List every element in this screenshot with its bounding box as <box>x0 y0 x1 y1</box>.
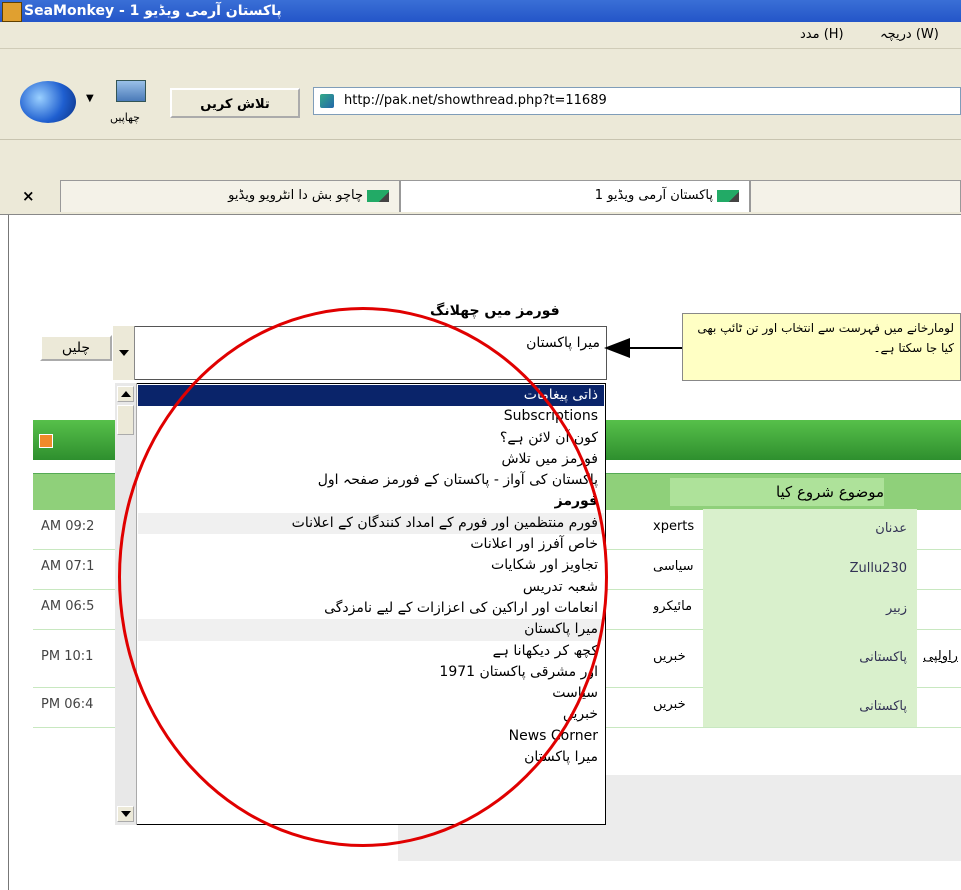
app-icon <box>2 2 22 22</box>
bookmarks-bar <box>0 140 961 177</box>
search-button[interactable]: تلاش کریں <box>170 88 300 118</box>
select-dropdown-icon[interactable] <box>113 326 135 380</box>
row-time: PM 10:1 <box>41 649 94 664</box>
print-label[interactable]: چھاپیں <box>110 111 140 124</box>
collapse-icon[interactable] <box>39 434 53 448</box>
annotation-circle <box>118 307 608 847</box>
page-border <box>8 215 9 890</box>
close-tab-icon[interactable]: × <box>22 187 35 205</box>
scroll-thumb[interactable] <box>117 405 134 435</box>
row-time: AM 07:1 <box>41 559 95 574</box>
row-starter[interactable]: عدنان <box>703 509 917 549</box>
tab-label: چاچو بش دا انٹرویو ویڈیو <box>228 188 363 203</box>
annotation-arrow-head-icon <box>604 338 630 358</box>
row-starter[interactable]: زبیر <box>703 589 917 629</box>
tab-army-video[interactable]: پاکستان آرمی ویڈیو 1 <box>400 180 750 212</box>
url-bar[interactable]: http://pak.net/showthread.php?t=11689 <box>313 87 961 115</box>
row-starter[interactable]: پاکستانی <box>703 629 917 687</box>
seamonkey-logo-icon[interactable] <box>20 81 76 123</box>
row-category: خبریں <box>653 649 686 664</box>
row-time: AM 06:5 <box>41 599 95 614</box>
scroll-up-icon[interactable] <box>117 386 134 402</box>
row-time: PM 06:4 <box>41 697 94 712</box>
pencil-icon <box>367 189 389 202</box>
tab-bush-interview[interactable]: چاچو بش دا انٹرویو ویڈیو <box>60 180 400 212</box>
annotation-note: لومارخانے میں فہرست سے انتخاب اور تن ٹائ… <box>682 313 961 381</box>
chevron-down-icon[interactable]: ▼ <box>86 93 94 104</box>
pencil-icon <box>717 189 739 202</box>
site-icon <box>320 94 334 108</box>
tab-extra[interactable] <box>750 180 961 212</box>
column-header-starter: موضوع شروع کیا <box>670 478 884 506</box>
row-category: xperts <box>653 519 695 534</box>
menu-bar: دریچہ (W) مدد (H) <box>0 22 961 49</box>
row-category: سیاسی <box>653 559 694 574</box>
row-link[interactable]: راولپی <box>923 649 958 664</box>
row-starter[interactable]: Zullu230 <box>703 549 917 589</box>
go-button[interactable]: چلیں <box>40 335 112 361</box>
window-title: SeaMonkey - پاکستان آرمی ویڈیو 1 <box>24 3 282 19</box>
print-icon[interactable] <box>116 80 146 102</box>
forum-jump-label: فورمز میں چھلانگ <box>430 303 560 319</box>
title-bar: SeaMonkey - پاکستان آرمی ویڈیو 1 <box>0 0 961 22</box>
row-category: خبریں <box>653 697 686 712</box>
menu-window[interactable]: دریچہ (W) <box>880 27 939 42</box>
row-starter[interactable]: پاکستانی <box>703 687 917 727</box>
row-category: مائیکرو <box>653 599 693 614</box>
menu-help[interactable]: مدد (H) <box>800 27 844 42</box>
row-time: AM 09:2 <box>41 519 95 534</box>
tab-label: پاکستان آرمی ویڈیو 1 <box>594 188 713 203</box>
scroll-down-icon[interactable] <box>117 806 134 822</box>
url-text[interactable]: http://pak.net/showthread.php?t=11689 <box>344 93 607 108</box>
